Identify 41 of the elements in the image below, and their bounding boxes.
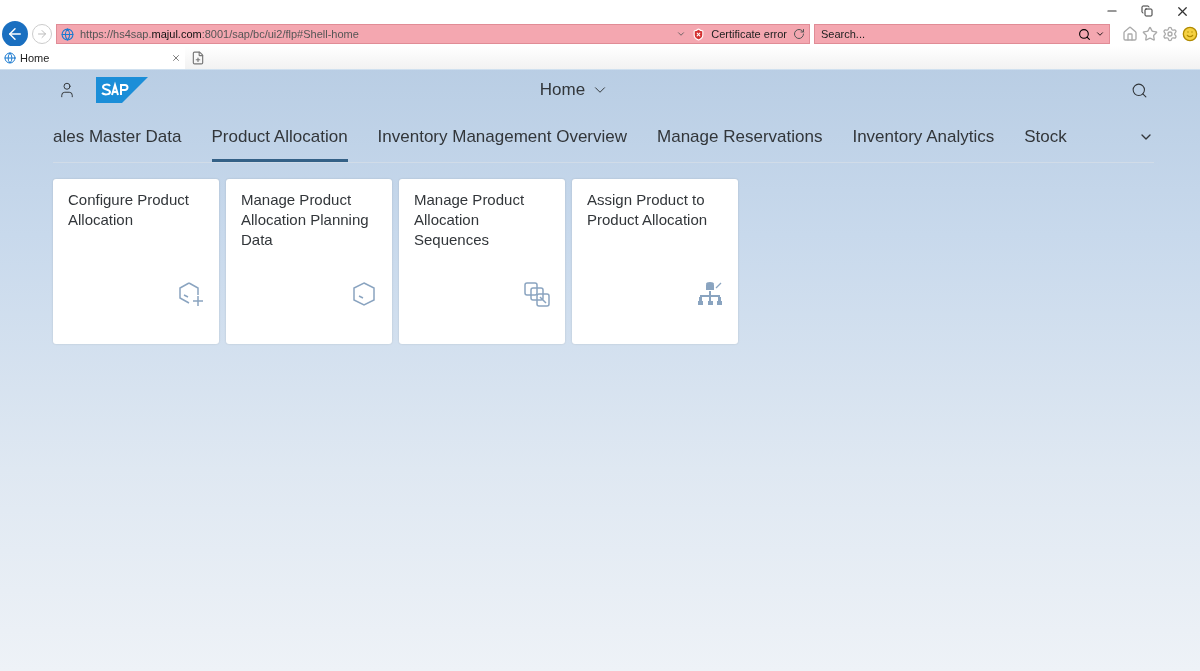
dropdown-icon[interactable] bbox=[676, 29, 687, 39]
close-tab-icon[interactable] bbox=[171, 52, 181, 63]
restore-icon[interactable] bbox=[1141, 5, 1153, 17]
search-bar[interactable]: Search... bbox=[814, 24, 1110, 44]
settings-icon[interactable] bbox=[1162, 26, 1178, 42]
certificate-error-text[interactable]: Certificate error bbox=[711, 28, 787, 40]
tile-title: Assign Product to Product Allocation bbox=[587, 190, 709, 230]
cubes-icon bbox=[522, 279, 552, 309]
dropdown-icon[interactable] bbox=[1095, 29, 1105, 39]
tile-title: Configure Product Allocation bbox=[68, 190, 190, 230]
smiley-icon[interactable] bbox=[1182, 26, 1198, 42]
search-icon[interactable] bbox=[1078, 27, 1091, 41]
star-icon[interactable] bbox=[1142, 26, 1158, 42]
arrow-right-icon bbox=[36, 28, 48, 40]
logo[interactable] bbox=[96, 77, 148, 103]
refresh-icon[interactable] bbox=[793, 28, 805, 40]
tab[interactable]: Product Allocation bbox=[211, 114, 348, 162]
shield-icon bbox=[692, 27, 706, 41]
back-button[interactable] bbox=[2, 21, 28, 47]
globe-icon bbox=[4, 51, 16, 64]
address-bar[interactable]: https://hs4sap.majul.com:8001/sap/bc/ui2/flp#Shell-home Certificate error bbox=[56, 24, 810, 44]
url-text: https://hs4sap.majul.com:8001/sap/bc/ui2/flp#Shell-home bbox=[80, 28, 360, 40]
search-icon[interactable] bbox=[1131, 81, 1148, 99]
tab[interactable]: Stock bbox=[1024, 114, 1067, 162]
user-icon[interactable] bbox=[58, 81, 76, 99]
tab[interactable]: Manage Reservations bbox=[657, 114, 823, 162]
app-tile[interactable]: Manage Product Allocation Planning Data bbox=[226, 179, 392, 344]
tile-title: Manage Product Allocation Planning Data bbox=[241, 190, 370, 250]
globe-icon bbox=[61, 27, 74, 41]
app-tile[interactable]: Manage Product Allocation Sequences bbox=[399, 179, 565, 344]
tab[interactable]: Inventory Analytics bbox=[852, 114, 995, 162]
new-tab-icon[interactable] bbox=[191, 50, 205, 65]
app-tile[interactable]: Assign Product to Product Allocation bbox=[572, 179, 738, 344]
tab[interactable]: Inventory Management Overview bbox=[377, 114, 628, 162]
app-tile[interactable]: Configure Product Allocation bbox=[53, 179, 219, 344]
search-field[interactable]: Search... bbox=[819, 27, 1074, 41]
cube-plus-icon bbox=[176, 279, 206, 309]
home-icon[interactable] bbox=[1122, 26, 1138, 42]
tile-title: Manage Product Allocation Sequences bbox=[414, 190, 526, 250]
tab[interactable]: ales Master Data bbox=[53, 114, 182, 162]
shell-title[interactable]: Home bbox=[168, 79, 981, 101]
